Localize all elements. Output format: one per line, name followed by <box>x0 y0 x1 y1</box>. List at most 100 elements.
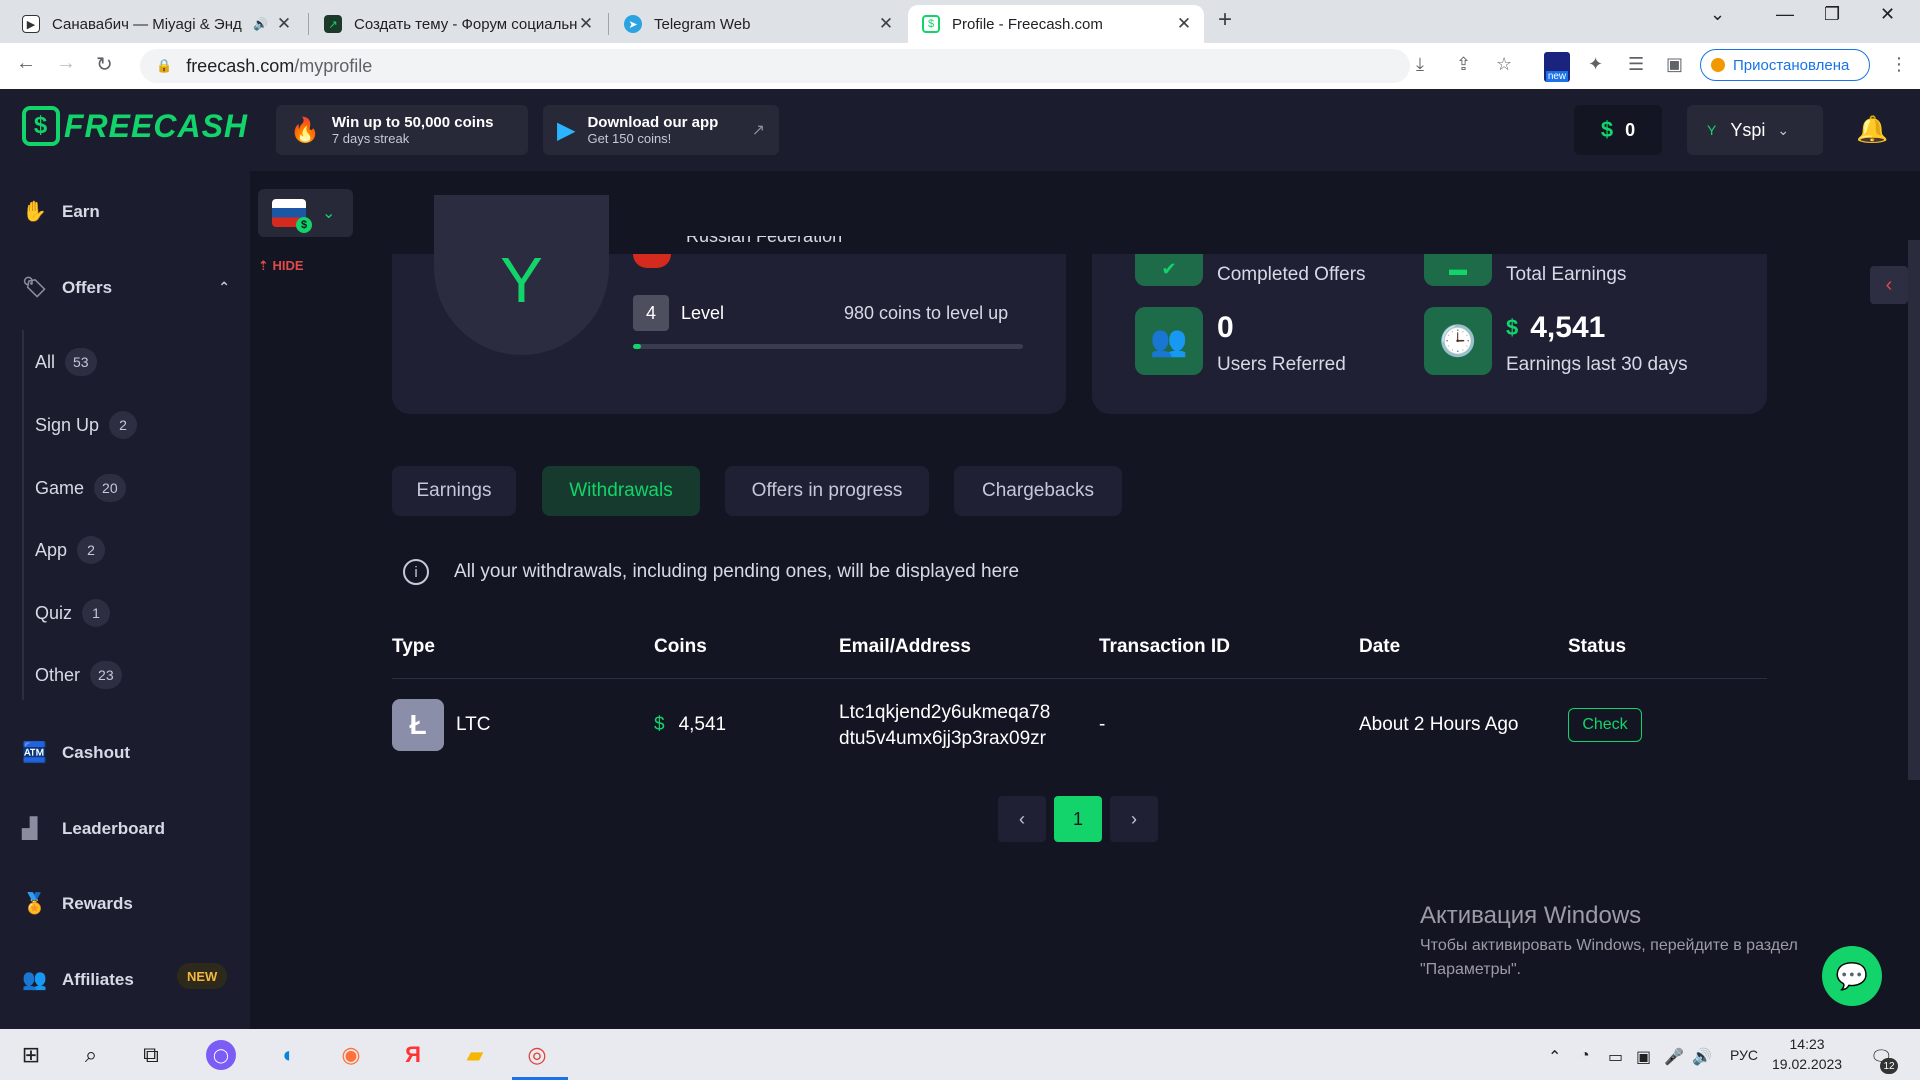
sidebar-item-leaderboard[interactable]: ▟ Leaderboard <box>22 816 165 841</box>
earnings-30-label: Earnings last 30 days <box>1506 354 1688 375</box>
file-explorer-icon[interactable]: ▰ <box>460 1040 490 1070</box>
tab-chargebacks[interactable]: Chargebacks <box>954 466 1122 516</box>
minimize-icon[interactable]: — <box>1776 4 1794 25</box>
chrome-icon[interactable]: ◎ <box>522 1040 552 1070</box>
google-play-icon: ▶ <box>557 116 576 144</box>
tab-earnings[interactable]: Earnings <box>392 466 516 516</box>
tray-expand-icon[interactable]: ⌃ <box>1548 1047 1561 1067</box>
restore-icon[interactable]: ❐ <box>1824 4 1840 25</box>
share-icon[interactable]: ⇪ <box>1456 54 1471 75</box>
chevron-right-icon: › <box>1131 808 1137 829</box>
close-tab-icon[interactable]: ✕ <box>1176 14 1192 34</box>
extensions-puzzle-icon[interactable]: ✦ <box>1588 54 1603 75</box>
play-icon: ▶ <box>22 15 40 33</box>
coin-balance[interactable]: $ 0 <box>1574 105 1662 155</box>
media-control-icon[interactable]: ☰ <box>1628 54 1644 75</box>
task-view-icon[interactable]: ⧉ <box>136 1040 166 1070</box>
profile-paused-button[interactable]: Приостановлена <box>1700 49 1870 81</box>
next-page-button[interactable]: › <box>1110 796 1158 842</box>
offers-category-game[interactable]: Game 20 <box>35 474 126 502</box>
browser-menu-icon[interactable]: ⋮ <box>1890 54 1908 75</box>
country-selector[interactable]: $ ⌄ <box>258 189 353 237</box>
hand-coin-icon: ✋ <box>22 201 47 223</box>
firefox-icon[interactable]: ◉ <box>336 1040 366 1070</box>
coin-icon: $ <box>1506 315 1519 340</box>
close-window-icon[interactable]: ✕ <box>1880 4 1895 25</box>
extension-badge-icon[interactable]: new <box>1544 52 1570 82</box>
level-progress-fill <box>633 344 641 349</box>
sidebar-item-affiliates[interactable]: 👥 Affiliates <box>22 967 134 992</box>
count-badge: 2 <box>109 411 138 439</box>
edge-icon[interactable]: ◐ <box>274 1040 304 1070</box>
tab-withdrawals[interactable]: Withdrawals <box>542 466 700 516</box>
tab-offers-in-progress[interactable]: Offers in progress <box>725 466 929 516</box>
forward-icon[interactable]: → <box>56 52 76 75</box>
close-tab-icon[interactable]: ✕ <box>276 14 292 34</box>
page-button-current[interactable]: 1 <box>1054 796 1102 842</box>
column-header-address: Email/Address <box>839 636 971 657</box>
install-icon[interactable]: ⤓ <box>1416 54 1424 75</box>
sidebar-item-rewards[interactable]: 🏅 Rewards <box>22 891 133 916</box>
offers-category-other[interactable]: Other 23 <box>35 661 122 689</box>
tag-icon: 🏷 <box>22 277 48 299</box>
browser-tab[interactable]: ↗ Создать тему - Форум социальн ✕ <box>310 5 606 43</box>
speaker-icon[interactable]: 🔊 <box>253 17 268 31</box>
meet-icon[interactable]: ▣ <box>1636 1047 1651 1067</box>
clock-icon: 🕒 <box>1424 307 1492 375</box>
url-field[interactable]: 🔒 freecash.com/myprofile <box>140 49 1410 83</box>
streak-promo[interactable]: 🔥 Win up to 50,000 coins 7 days streak <box>276 105 528 155</box>
offers-category-app[interactable]: App 2 <box>35 536 106 564</box>
chat-icon: 💬 <box>1835 960 1869 991</box>
tab-search-icon[interactable]: ⌄ <box>1710 4 1725 25</box>
browser-tab[interactable]: ▶ Санавабич — Miyagi & Энд 🔊 ✕ <box>8 5 304 43</box>
bookmark-star-icon[interactable]: ☆ <box>1496 54 1512 75</box>
reload-icon[interactable]: ↻ <box>96 52 113 77</box>
offers-category-all[interactable]: All 53 <box>35 348 97 376</box>
volume-icon[interactable]: 🔊 <box>1692 1047 1712 1067</box>
sidebar-item-offers[interactable]: 🏷 Offers ⌃ <box>22 275 230 300</box>
user-menu[interactable]: Y Yspi ⌄ <box>1687 105 1823 155</box>
litecoin-icon: Ł <box>392 699 444 751</box>
browser-tab-active[interactable]: $ Profile - Freecash.com ✕ <box>908 5 1204 43</box>
language-indicator[interactable]: РУС <box>1730 1047 1758 1063</box>
system-clock[interactable]: 14:23 19.02.2023 <box>1772 1034 1842 1074</box>
count-badge: 23 <box>90 661 122 689</box>
status-check-button[interactable]: Check <box>1568 708 1642 742</box>
alice-icon[interactable]: ◯ <box>206 1040 236 1070</box>
notification-count-badge: 12 <box>1880 1058 1898 1074</box>
scrollbar[interactable] <box>1908 240 1920 780</box>
network-icon[interactable]: ◔ <box>1580 1047 1590 1065</box>
column-header-date: Date <box>1359 636 1401 657</box>
offers-category-sign-up[interactable]: Sign Up 2 <box>35 411 138 439</box>
level-label: Level <box>681 303 725 323</box>
sidebar-item-earn[interactable]: ✋ Earn <box>22 199 100 224</box>
notifications-bell-icon[interactable]: 🔔 <box>1856 114 1888 145</box>
offers-category-quiz[interactable]: Quiz 1 <box>35 599 111 627</box>
check-icon: ✔ <box>1135 254 1203 286</box>
back-icon[interactable]: ← <box>16 52 36 75</box>
external-link-icon: ↗ <box>751 122 765 139</box>
lock-icon: 🔒 <box>156 58 173 73</box>
browser-tab[interactable]: ➤ Telegram Web ✕ <box>610 5 906 43</box>
side-panel-icon[interactable]: ▣ <box>1666 54 1683 75</box>
collapse-panel-button[interactable]: ‹ <box>1870 266 1908 304</box>
fire-icon: 🔥 <box>290 116 320 144</box>
hide-button[interactable]: ⇡ HIDE <box>258 258 304 274</box>
support-chat-button[interactable]: 💬 <box>1822 946 1882 1006</box>
new-tab-button[interactable]: + <box>1218 6 1232 34</box>
close-tab-icon[interactable]: ✕ <box>578 14 594 34</box>
row-date: About 2 Hours Ago <box>1359 714 1519 735</box>
count-badge: 20 <box>94 474 126 502</box>
download-app-promo[interactable]: ▶ Download our app Get 150 coins! ↗ <box>543 105 779 155</box>
level-progress-bar <box>633 344 1023 349</box>
windows-start-icon[interactable]: ⊞ <box>16 1040 46 1070</box>
microphone-icon[interactable]: 🎤 <box>1664 1047 1684 1067</box>
total-earnings-label: Total Earnings <box>1506 264 1627 285</box>
freecash-logo[interactable]: $ FREECASH <box>22 106 248 146</box>
close-tab-icon[interactable]: ✕ <box>878 14 894 34</box>
battery-icon[interactable]: ▭ <box>1608 1047 1623 1067</box>
search-icon[interactable]: ⌕ <box>76 1040 106 1070</box>
yandex-browser-icon[interactable]: Я <box>398 1040 428 1070</box>
prev-page-button[interactable]: ‹ <box>998 796 1046 842</box>
sidebar-item-cashout[interactable]: 🏧 Cashout <box>22 740 130 765</box>
